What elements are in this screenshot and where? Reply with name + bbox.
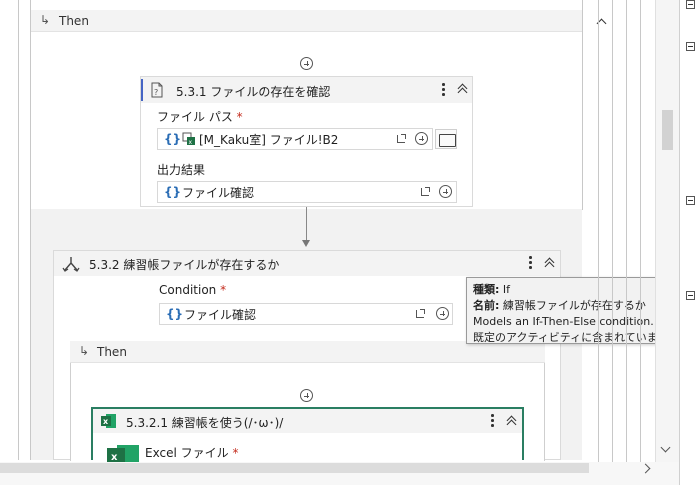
condition-field[interactable]: {} ファイル確認 xyxy=(159,303,453,325)
card-accent-bar xyxy=(141,79,143,101)
activity-tooltip: 種類: If 名前: 練習帳ファイルが存在するか Models an If-Th… xyxy=(466,277,679,344)
outer-border-left xyxy=(18,0,19,460)
variable-brace-icon: {} xyxy=(166,307,184,321)
svg-text:x: x xyxy=(189,139,193,146)
if-title: 5.3.2 練習帳ファイルが存在するか xyxy=(89,258,280,272)
excel-file-label: Excel ファイル * xyxy=(145,446,239,460)
then-label: Then xyxy=(59,14,89,28)
condition-value: ファイル確認 xyxy=(184,307,257,322)
then-border-right xyxy=(582,0,583,210)
file-path-label: ファイル パス * xyxy=(157,110,243,124)
file-path-value: [M_Kaku室] ファイル!B2 xyxy=(199,132,339,147)
inner-then-label: Then xyxy=(97,345,127,359)
output-field[interactable]: {} ファイル確認 xyxy=(157,181,457,203)
file-exists-title: 5.3.1 ファイルの存在を確認 xyxy=(176,85,331,99)
excel-icon: x xyxy=(101,414,116,428)
collapse-node-icon[interactable] xyxy=(686,0,695,9)
excel-card[interactable]: x 5.3.2.1 練習帳を使う(/･ω･)/ x Excel ファイル * xyxy=(91,407,524,463)
scope-border-right-3 xyxy=(626,0,627,462)
variable-brace-icon: {} xyxy=(164,132,182,146)
output-value: ファイル確認 xyxy=(182,185,255,200)
connector-arrow-icon xyxy=(302,240,310,247)
scrollbar-thumb[interactable] xyxy=(662,110,673,150)
excel-large-icon: x xyxy=(107,445,139,463)
add-variable-icon[interactable] xyxy=(439,185,452,198)
add-activity-icon[interactable] xyxy=(300,389,313,402)
horizontal-scrollbar[interactable] xyxy=(0,462,679,485)
scope-border-right-4 xyxy=(640,0,641,462)
expand-editor-icon[interactable] xyxy=(397,134,406,143)
branch-arrow-icon: ↳ xyxy=(79,344,90,358)
then-header[interactable]: ↳ Then xyxy=(31,10,582,32)
tooltip-note: 既定のアクティビティに含まれています。 xyxy=(473,331,679,344)
collapse-node-icon[interactable] xyxy=(686,291,695,300)
more-options-icon[interactable] xyxy=(441,83,445,97)
if-branch-icon xyxy=(62,257,80,272)
scroll-down-icon[interactable] xyxy=(660,442,671,453)
excel-range-icon: x xyxy=(182,132,195,146)
tooltip-type-row: 種類: If xyxy=(473,283,511,296)
connector-line xyxy=(306,207,307,244)
expand-editor-icon[interactable] xyxy=(416,309,425,318)
collapse-card-icon[interactable] xyxy=(506,415,518,427)
collapse-node-icon[interactable] xyxy=(686,42,695,51)
add-variable-icon[interactable] xyxy=(415,132,428,145)
tooltip-name-row: 名前: 練習帳ファイルが存在するか xyxy=(473,299,646,312)
svg-text:?: ? xyxy=(154,88,158,97)
scope-border-right-1 xyxy=(598,0,599,462)
file-check-icon: ? xyxy=(151,82,163,98)
if-card-header: 5.3.2 練習帳ファイルが存在するか xyxy=(54,251,560,276)
h-scrollbar-thumb[interactable] xyxy=(0,463,589,473)
add-activity-icon[interactable] xyxy=(300,57,313,70)
expand-editor-icon[interactable] xyxy=(421,187,430,196)
excel-card-header: x 5.3.2.1 練習帳を使う(/･ω･)/ xyxy=(93,409,522,433)
excel-card-title: 5.3.2.1 練習帳を使う(/･ω･)/ xyxy=(126,416,284,430)
outline-strip xyxy=(679,0,695,485)
more-options-icon[interactable] xyxy=(528,256,532,270)
collapse-card-icon[interactable] xyxy=(457,83,469,95)
collapse-node-icon[interactable] xyxy=(686,196,695,205)
vertical-scrollbar[interactable] xyxy=(655,0,679,462)
collapse-card-icon[interactable] xyxy=(544,257,556,269)
svg-text:x: x xyxy=(103,417,109,426)
file-exists-card[interactable]: ? 5.3.1 ファイルの存在を確認 ファイル パス * {} x [M_Kak… xyxy=(140,76,473,207)
scroll-right-icon[interactable] xyxy=(640,463,651,474)
output-label: 出力結果 xyxy=(157,163,206,177)
scope-border-right-2 xyxy=(612,0,613,462)
add-variable-icon[interactable] xyxy=(436,307,449,320)
condition-label: Condition * xyxy=(159,283,227,297)
file-path-field[interactable]: {} x [M_Kaku室] ファイル!B2 xyxy=(157,128,433,150)
branch-arrow-icon: ↳ xyxy=(40,13,51,27)
file-exists-card-header: ? 5.3.1 ファイルの存在を確認 xyxy=(141,77,472,103)
variable-brace-icon: {} xyxy=(164,185,182,199)
more-options-icon[interactable] xyxy=(490,414,494,428)
browse-folder-button[interactable] xyxy=(435,129,457,149)
tooltip-description: Models an If-Then-Else condition. xyxy=(473,315,654,328)
designer-canvas: ↳ Then ? 5.3.1 ファイルの存在を確認 ファイル パス * {} x xyxy=(0,0,695,485)
